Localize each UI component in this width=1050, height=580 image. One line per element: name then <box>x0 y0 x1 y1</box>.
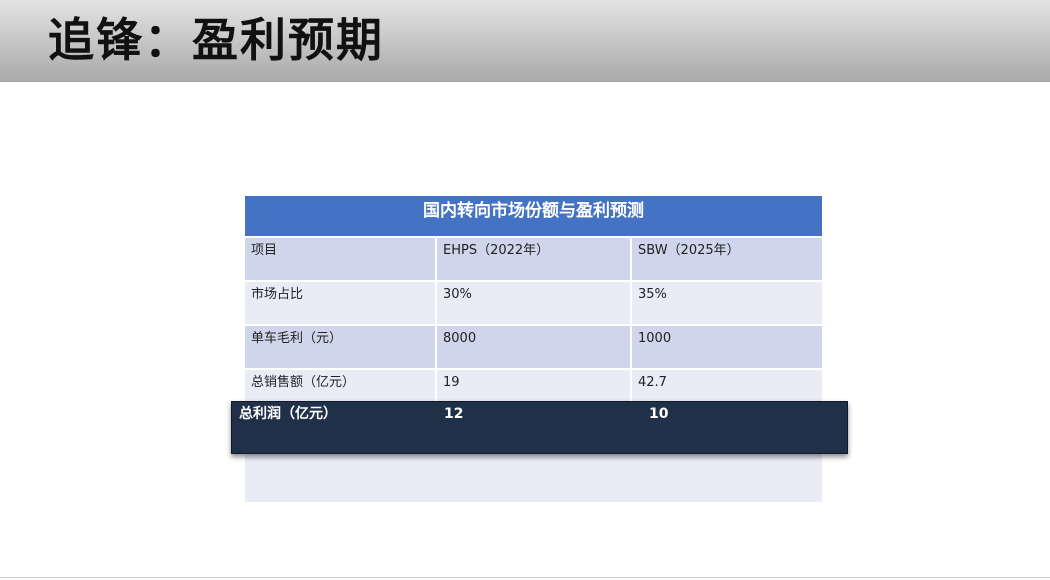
table-cell: 30% <box>437 282 630 324</box>
table-cell: 市场占比 <box>245 282 435 324</box>
table-cell: 8000 <box>437 326 630 368</box>
table-cell: 单车毛利（元） <box>245 326 435 368</box>
total-profit-ehps: 12 <box>444 406 464 422</box>
slide: 追锋：盈利预期 国内转向市场份额与盈利预测 项目 EHPS（2022年） SBW… <box>0 0 1050 580</box>
total-profit-label: 总利润（亿元） <box>239 406 337 422</box>
total-profit-sbw: 10 <box>649 406 669 422</box>
bottom-divider <box>0 577 1050 578</box>
slide-title: 追锋：盈利预期 <box>48 13 384 67</box>
table-row: 项目 EHPS（2022年） SBW（2025年） <box>245 238 822 280</box>
table-header: 国内转向市场份额与盈利预测 <box>245 196 822 236</box>
forecast-table: 国内转向市场份额与盈利预测 项目 EHPS（2022年） SBW（2025年） … <box>245 196 822 502</box>
table-cell: 1000 <box>632 326 822 368</box>
table-row: 市场占比 30% 35% <box>245 282 822 324</box>
table-cell: 项目 <box>245 238 435 280</box>
table-cell: SBW（2025年） <box>632 238 822 280</box>
title-bar: 追锋：盈利预期 <box>0 0 1050 82</box>
table-row: 单车毛利（元） 8000 1000 <box>245 326 822 368</box>
total-profit-row: 总利润（亿元） 12 10 <box>231 401 848 454</box>
table-cell: EHPS（2022年） <box>437 238 630 280</box>
table-cell: 35% <box>632 282 822 324</box>
